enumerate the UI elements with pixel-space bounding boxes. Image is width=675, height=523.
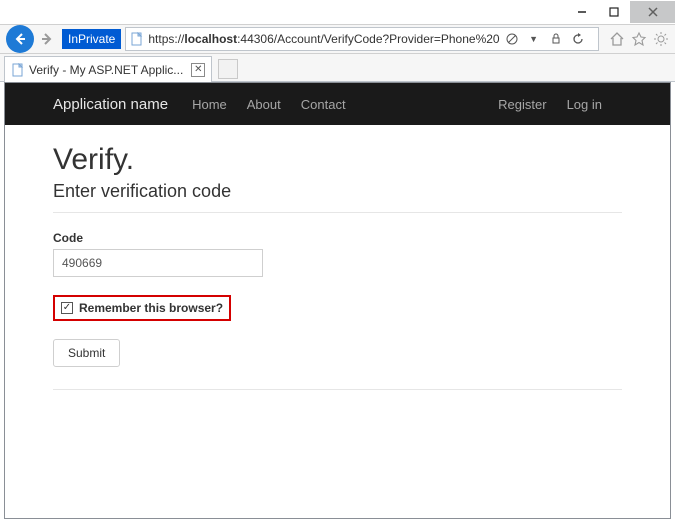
remember-checkbox[interactable]: ✓ [61, 302, 73, 314]
url-input[interactable]: https://localhost:44306/Account/VerifyCo… [125, 27, 599, 51]
inprivate-badge: InPrivate [62, 29, 121, 49]
page-icon [11, 63, 25, 77]
page-viewport: Application name Home About Contact Regi… [4, 82, 671, 519]
nav-back-button[interactable] [6, 25, 34, 53]
tab-title: Verify - My ASP.NET Applic... [29, 63, 183, 77]
new-tab-button[interactable] [218, 59, 238, 79]
url-text: https://localhost:44306/Account/VerifyCo… [148, 32, 499, 46]
nav-contact[interactable]: Contact [301, 97, 346, 112]
nav-forward-button[interactable] [38, 29, 58, 49]
refresh-icon[interactable] [570, 31, 586, 47]
home-icon[interactable] [609, 31, 625, 47]
brand-link[interactable]: Application name [53, 96, 168, 113]
browser-tab[interactable]: Verify - My ASP.NET Applic... ✕ [4, 56, 212, 82]
stop-icon[interactable] [504, 31, 520, 47]
code-input[interactable] [53, 249, 263, 277]
nav-register[interactable]: Register [498, 97, 546, 112]
divider [53, 212, 622, 213]
remember-label: Remember this browser? [79, 301, 223, 315]
favorites-icon[interactable] [631, 31, 647, 47]
page-heading: Verify. [53, 143, 622, 177]
nav-login[interactable]: Log in [567, 97, 602, 112]
divider [53, 389, 622, 390]
browser-toolbar [609, 31, 669, 47]
lock-icon [548, 31, 564, 47]
code-label: Code [53, 231, 622, 245]
site-navbar: Application name Home About Contact Regi… [5, 83, 670, 125]
remember-browser-highlight: ✓ Remember this browser? [53, 295, 231, 321]
submit-button[interactable]: Submit [53, 339, 120, 367]
url-actions: ▼ [504, 31, 586, 47]
nav-home[interactable]: Home [192, 97, 227, 112]
tab-close-icon[interactable]: ✕ [191, 63, 205, 77]
window-close-button[interactable] [630, 1, 675, 23]
window-titlebar [0, 0, 675, 24]
browser-tab-bar: Verify - My ASP.NET Applic... ✕ [0, 54, 675, 82]
page-content: Verify. Enter verification code Code ✓ R… [5, 125, 670, 426]
window-minimize-button[interactable] [566, 1, 598, 23]
page-icon [130, 32, 144, 46]
nav-about[interactable]: About [247, 97, 281, 112]
browser-address-bar: InPrivate https://localhost:44306/Accoun… [0, 24, 675, 54]
dropdown-icon[interactable]: ▼ [526, 31, 542, 47]
page-subtitle: Enter verification code [53, 181, 622, 202]
settings-icon[interactable] [653, 31, 669, 47]
window-maximize-button[interactable] [598, 1, 630, 23]
